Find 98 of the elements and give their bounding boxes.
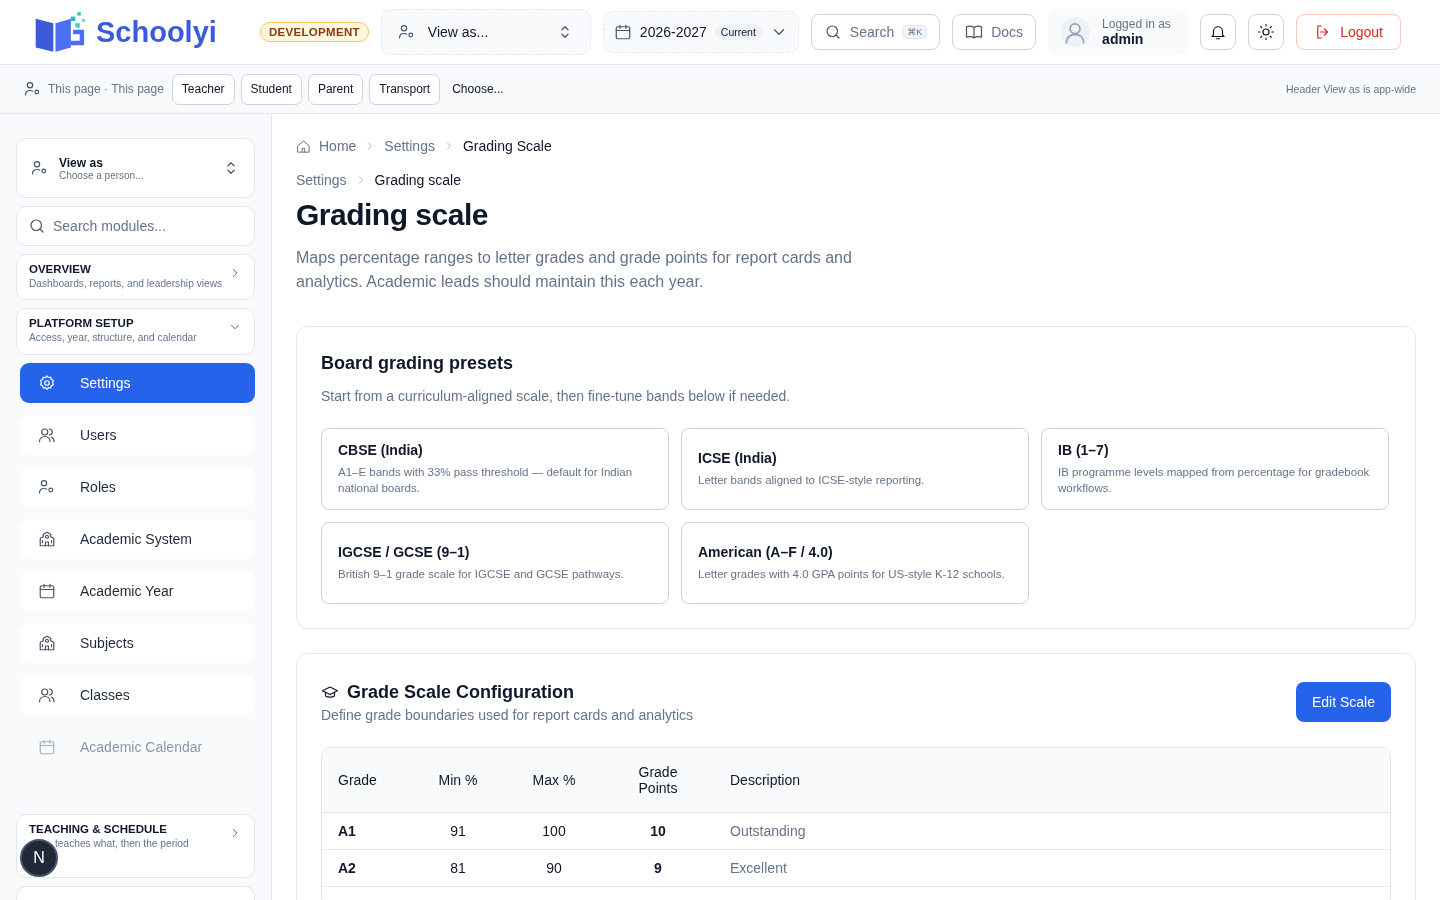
calendar-icon xyxy=(613,23,632,41)
table-cell: 90 xyxy=(546,859,562,876)
section-title: Board grading presets xyxy=(321,353,515,374)
environment-badge: DEVELOPMENT xyxy=(260,22,369,42)
preset-description: Letter grades with 4.0 GPA points for US-style K-12 schools. xyxy=(698,567,1006,582)
settings-icon xyxy=(38,373,56,392)
nav-item[interactable]: Classes xyxy=(20,674,255,715)
breadcrumb-current: Grading Scale xyxy=(462,138,552,154)
preset-title: American (A–F / 4.0) xyxy=(698,544,834,560)
preset-title: IGCSE / GCSE (9–1) xyxy=(338,544,471,560)
table-cell: 9 xyxy=(654,859,662,876)
docs-button[interactable]: Docs xyxy=(952,14,1037,50)
app-wide-note: Header View as is app-wide xyxy=(1286,83,1416,95)
table-cell: 91 xyxy=(450,822,466,839)
users-icon xyxy=(38,685,56,704)
table-cell: A1 xyxy=(338,822,356,839)
logo-text: Schoolyi xyxy=(96,15,217,49)
table-cell: Excellent xyxy=(730,859,787,876)
building-icon xyxy=(38,633,56,652)
role-chip[interactable]: Student xyxy=(240,73,302,105)
page-scope-label: This page · This page xyxy=(48,82,164,96)
user-gear-icon xyxy=(24,80,42,98)
group-subtitle: teaches what, then the period xyxy=(54,837,190,851)
preset-description: A1–E bands with 33% pass threshold — default for Indian national boards. xyxy=(338,465,634,496)
role-chip[interactable]: Transport xyxy=(369,73,441,105)
nav-item[interactable]: Users xyxy=(20,414,255,455)
view-as-dropdown[interactable]: View as... xyxy=(380,9,591,55)
table-cell: 10 xyxy=(650,822,666,839)
section-subtitle: Start from a curriculum-aligned scale, then fine-tune bands below if needed. xyxy=(321,388,792,404)
preset-card[interactable]: IGCSE / GCSE (9–1) British 9–1 grade scale for IGCSE and GCSE pathways. xyxy=(321,522,669,604)
table-cell: A2 xyxy=(338,859,356,876)
group-subtitle: Dashboards, reports, and leadership views xyxy=(29,277,224,291)
column-header: Min % xyxy=(438,771,478,788)
user-gear-icon xyxy=(397,23,416,41)
preset-title: ICSE (India) xyxy=(698,450,778,466)
table-cell: 81 xyxy=(450,859,466,876)
nav-item[interactable]: Roles xyxy=(20,466,255,507)
search-button[interactable]: Search ⌘K xyxy=(810,14,941,50)
section-title: Grade Scale Configuration xyxy=(347,682,575,703)
group-subtitle: Access, year, structure, and calendar xyxy=(29,331,198,346)
group-title: TEACHING & SCHEDULE xyxy=(29,823,168,835)
theme-button[interactable] xyxy=(1248,14,1285,50)
book-icon xyxy=(965,23,984,41)
nav-item[interactable]: Settings xyxy=(20,362,255,403)
page-title: Grading scale xyxy=(296,198,489,232)
column-header: Description xyxy=(730,771,801,788)
choose-link[interactable]: Choose... xyxy=(446,82,510,96)
table-cell: 100 xyxy=(542,822,566,839)
role-chip[interactable]: Parent xyxy=(307,73,364,105)
breadcrumb-link[interactable]: Settings xyxy=(384,138,435,154)
users-icon xyxy=(38,425,56,444)
home-icon xyxy=(296,138,311,154)
year-selector[interactable]: 2026-2027 Current xyxy=(602,11,799,53)
table-cell: Outstanding xyxy=(730,822,806,839)
user-gear-icon xyxy=(31,159,49,177)
preset-title: IB (1–7) xyxy=(1058,442,1110,458)
sun-icon xyxy=(1257,23,1276,41)
view-as-selector[interactable]: View as Choose a person... xyxy=(16,138,255,198)
user-name: admin xyxy=(1102,31,1145,47)
preset-card[interactable]: American (A–F / 4.0) Letter grades with 4.0 GPA points for US-style K-12 schools. xyxy=(681,522,1029,604)
bell-icon xyxy=(1209,23,1228,41)
preset-card[interactable]: ICSE (India) Letter bands aligned to ICSE-style reporting. xyxy=(681,428,1029,510)
preset-description: British 9–1 grade scale for IGCSE and GCSE pathways. xyxy=(338,567,625,582)
search-field[interactable]: Search modules... xyxy=(16,206,255,246)
building-icon xyxy=(38,529,56,548)
user-chip[interactable]: Logged in as admin xyxy=(1048,9,1189,55)
breadcrumb-link[interactable]: Settings xyxy=(296,172,347,188)
nav-item[interactable]: Academic Year xyxy=(20,570,255,611)
user-gear-icon xyxy=(38,477,56,496)
preset-description: Letter bands aligned to ICSE-style reporting. xyxy=(698,473,926,488)
column-header: Max % xyxy=(532,771,576,788)
shortcut-badge: ⌘K xyxy=(902,25,928,39)
search-icon xyxy=(823,23,842,41)
nav-group[interactable]: PLATFORM SETUP Access, year, structure, and calendar xyxy=(16,308,255,355)
preset-card[interactable]: CBSE (India) A1–E bands with 33% pass threshold — default for Indian national boards. xyxy=(321,428,669,510)
preset-card[interactable]: IB (1–7) IB programme levels mapped from percentage for gradebook workflows. xyxy=(1041,428,1389,510)
logged-in-caption: Logged in as xyxy=(1102,17,1171,31)
preset-title: CBSE (India) xyxy=(338,442,424,458)
nav-group[interactable]: TEACHING & SCHEDULE teaches what, then the period N xyxy=(16,814,255,878)
breadcrumb-current: Grading scale xyxy=(374,172,461,188)
breadcrumb-link[interactable]: Home xyxy=(319,138,357,154)
logout-button[interactable]: Logout xyxy=(1296,14,1402,50)
page-description: Maps percentage ranges to letter grades and grade points for report cards and analytics. Academic leads should maintain this each year. xyxy=(296,248,853,292)
role-chip[interactable]: Teacher xyxy=(171,73,235,105)
column-header: Grade Points xyxy=(638,763,678,796)
section-subtitle: Define grade boundaries used for report cards and analytics xyxy=(321,707,693,723)
nav-item[interactable]: Subjects xyxy=(20,622,255,663)
group-title: PLATFORM SETUP xyxy=(29,317,135,330)
nav-item[interactable]: Academic System xyxy=(20,518,255,559)
group-title: OVERVIEW xyxy=(29,263,92,275)
calendar-icon xyxy=(38,581,56,600)
notifications-button[interactable] xyxy=(1200,14,1237,50)
current-badge: Current xyxy=(714,24,762,40)
edit-scale-button[interactable]: Edit Scale xyxy=(1295,682,1391,722)
nav-group[interactable]: OVERVIEW Dashboards, reports, and leadership views xyxy=(16,254,255,301)
calendar-icon xyxy=(38,737,56,756)
preset-description: IB programme levels mapped from percentage for gradebook workflows. xyxy=(1058,465,1371,496)
column-header: Grade xyxy=(338,771,377,788)
